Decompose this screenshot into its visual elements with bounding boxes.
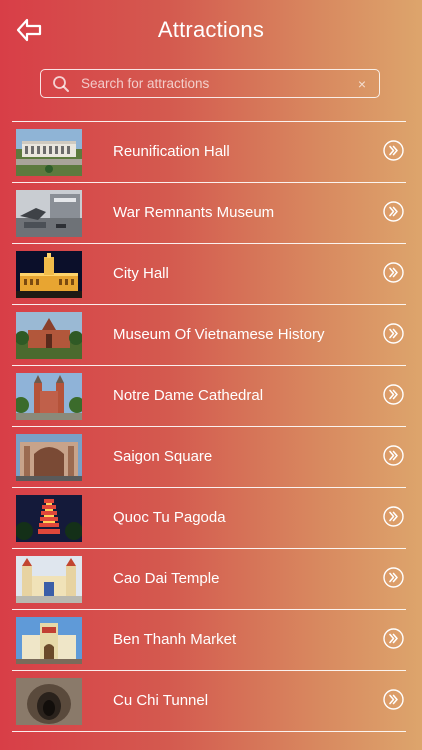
attractions-list: Reunification Hall War Remnants Museum C… [12, 121, 406, 732]
notre-dame-cathedral-thumbnail [16, 373, 82, 420]
list-divider [12, 731, 406, 732]
chevron-right-icon[interactable] [383, 262, 404, 283]
list-item[interactable]: Ben Thanh Market [12, 609, 406, 670]
page-title: Attractions [157, 17, 265, 42]
chevron-right-icon[interactable] [383, 567, 404, 588]
city-hall-thumbnail [16, 251, 82, 298]
reunification-hall-thumbnail [16, 129, 82, 176]
chevron-right-icon[interactable] [383, 628, 404, 649]
chevron-right-icon[interactable] [383, 323, 404, 344]
list-item[interactable]: Cao Dai Temple [12, 548, 406, 609]
item-label: Cu Chi Tunnel [113, 692, 209, 709]
list-item[interactable]: Museum Of Vietnamese History [12, 304, 406, 365]
list-item[interactable]: Cu Chi Tunnel [12, 670, 406, 731]
item-label: Saigon Square [113, 448, 213, 465]
search-bar: × [40, 69, 380, 98]
chevron-right-icon[interactable] [383, 201, 404, 222]
cu-chi-tunnel-thumbnail [16, 678, 82, 725]
item-label: City Hall [113, 265, 169, 282]
item-label: Ben Thanh Market [113, 631, 237, 648]
ben-thanh-market-thumbnail [16, 617, 82, 664]
item-label: Museum Of Vietnamese History [113, 326, 325, 343]
header: Attractions [0, 0, 422, 60]
item-label: Reunification Hall [113, 143, 230, 160]
chevron-right-icon[interactable] [383, 506, 404, 527]
item-label: Notre Dame Cathedral [113, 387, 264, 404]
list-item[interactable]: War Remnants Museum [12, 182, 406, 243]
item-label: Cao Dai Temple [113, 570, 220, 587]
quoc-tu-pagoda-thumbnail [16, 495, 82, 542]
saigon-square-thumbnail [16, 434, 82, 481]
clear-search-icon[interactable]: × [355, 77, 369, 91]
search-icon [53, 75, 69, 92]
chevron-right-icon[interactable] [383, 445, 404, 466]
history-museum-thumbnail [16, 312, 82, 359]
list-item[interactable]: Notre Dame Cathedral [12, 365, 406, 426]
cao-dai-temple-thumbnail [16, 556, 82, 603]
list-item[interactable]: City Hall [12, 243, 406, 304]
chevron-right-icon[interactable] [383, 384, 404, 405]
item-label: War Remnants Museum [113, 204, 275, 221]
list-item[interactable]: Quoc Tu Pagoda [12, 487, 406, 548]
search-input[interactable] [81, 76, 355, 91]
chevron-right-icon[interactable] [383, 689, 404, 710]
item-label: Quoc Tu Pagoda [113, 509, 226, 526]
war-remnants-museum-thumbnail [16, 190, 82, 237]
list-item[interactable]: Saigon Square [12, 426, 406, 487]
list-item[interactable]: Reunification Hall [12, 121, 406, 182]
chevron-right-icon[interactable] [383, 140, 404, 161]
